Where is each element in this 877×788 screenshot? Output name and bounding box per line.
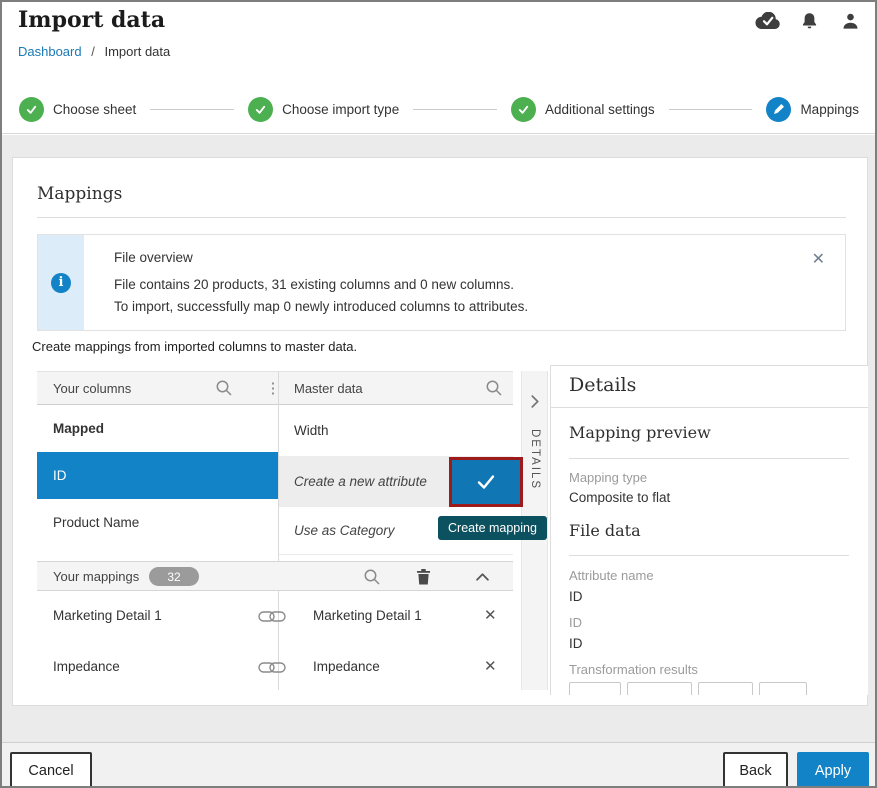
info-strip: i [38,235,84,330]
transformation-chips [569,682,807,695]
id-value: ID [569,636,583,651]
cancel-button[interactable]: Cancel [10,752,92,788]
file-data-title: File data [569,521,641,540]
user-icon[interactable] [837,10,863,32]
step-label: Mappings [800,102,859,117]
info-title: File overview [114,250,193,265]
remove-mapping-icon[interactable]: ✕ [484,606,497,624]
mapping-target: Marketing Detail 1 [313,608,422,623]
chevron-right-icon[interactable] [531,395,539,413]
header-icons [755,10,863,32]
info-line-1: File contains 20 products, 31 existing c… [114,277,514,292]
your-columns-title: Your columns [53,381,131,396]
back-button[interactable]: Back [723,752,788,788]
step-complete-check-icon [511,97,536,122]
attribute-name-value: ID [569,589,583,604]
master-data-search-icon[interactable] [485,379,503,397]
divider [37,217,846,218]
mappings-count-badge: 32 [149,567,199,586]
cloud-check-icon[interactable] [755,10,781,32]
mapping-row: Impedance Impedance ✕ [37,642,513,693]
transformation-chip [759,682,807,695]
step-connector [669,109,753,110]
page-title: Import data [18,7,165,33]
step-connector [150,109,234,110]
step-choose-sheet[interactable]: Choose sheet [19,97,136,122]
mapping-source: Impedance [53,659,120,674]
your-mappings-title: Your mappings [53,569,139,584]
apply-button[interactable]: Apply [797,752,869,788]
details-panel: Details Mapping preview Mapping type Com… [550,365,868,695]
delete-mappings-icon[interactable] [415,568,431,585]
step-label: Choose import type [282,102,399,117]
your-columns-search-icon[interactable] [215,379,233,397]
transformation-chip [627,682,692,695]
divider [551,407,868,408]
breadcrumb-dashboard-link[interactable]: Dashboard [18,44,82,59]
step-mappings-current[interactable]: Mappings [766,97,859,122]
divider [569,458,849,459]
mapping-preview-title: Mapping preview [569,423,711,442]
mapping-source: Marketing Detail 1 [53,608,162,623]
import-data-window: Import data Dashboard / Import data Choo… [0,0,877,788]
master-item-width[interactable]: Width [278,405,513,457]
step-complete-check-icon [19,97,44,122]
info-close-icon[interactable]: ✕ [812,249,825,269]
column-item-id-selected[interactable]: ID [37,452,278,499]
collapse-mappings-chevron-icon[interactable] [475,572,489,581]
details-title: Details [569,374,636,396]
step-complete-check-icon [248,97,273,122]
step-label: Choose sheet [53,102,136,117]
mapping-grid: Your columns ⋮ Master data Mapped ID Pro… [37,371,513,690]
mapping-type-label: Mapping type [569,470,647,485]
info-icon: i [51,273,71,293]
column-item-mapped[interactable]: Mapped [37,405,278,452]
step-label: Additional settings [545,102,655,117]
remove-mapping-icon[interactable]: ✕ [484,657,497,675]
breadcrumb-separator: / [91,44,95,59]
mappings-card: Mappings i File overview File contains 2… [12,157,868,706]
master-data-title: Master data [294,381,363,396]
master-data-header: Master data [278,371,513,405]
step-connector [413,109,497,110]
your-mappings-bar: Your mappings 32 [37,561,513,591]
transformation-chip [698,682,753,695]
mappings-section-title: Mappings [37,184,122,204]
divider [569,555,849,556]
breadcrumb-current: Import data [104,44,170,59]
id-label: ID [569,615,582,630]
transformation-results-label: Transformation results [569,662,698,677]
details-tab-label: DETAILS [529,429,541,490]
transformation-chip [569,682,621,695]
create-mapping-confirm-button[interactable] [449,457,523,507]
create-mapping-tooltip: Create mapping [438,516,547,540]
step-additional-settings[interactable]: Additional settings [511,97,655,122]
mapping-type-value: Composite to flat [569,490,670,505]
your-columns-header: Your columns [37,371,278,405]
link-icon [258,610,286,628]
file-overview-info-box: i File overview File contains 20 product… [37,234,846,331]
step-choose-import-type[interactable]: Choose import type [248,97,399,122]
step-edit-pencil-icon [766,97,791,122]
instruction-text: Create mappings from imported columns to… [32,339,357,354]
mappings-search-icon[interactable] [363,568,381,586]
wizard-stepper: Choose sheet Choose import type Addition… [2,85,875,134]
breadcrumb: Dashboard / Import data [18,44,170,59]
column-item-product-name[interactable]: Product Name [37,499,278,546]
mapping-row: Marketing Detail 1 Marketing Detail 1 ✕ [37,591,513,642]
footer-bar: Cancel Back Apply [2,742,875,786]
info-line-2: To import, successfully map 0 newly intr… [114,299,528,314]
attribute-name-label: Attribute name [569,568,654,583]
mapping-target: Impedance [313,659,380,674]
link-icon [258,661,286,679]
notifications-bell-icon[interactable] [796,10,822,32]
